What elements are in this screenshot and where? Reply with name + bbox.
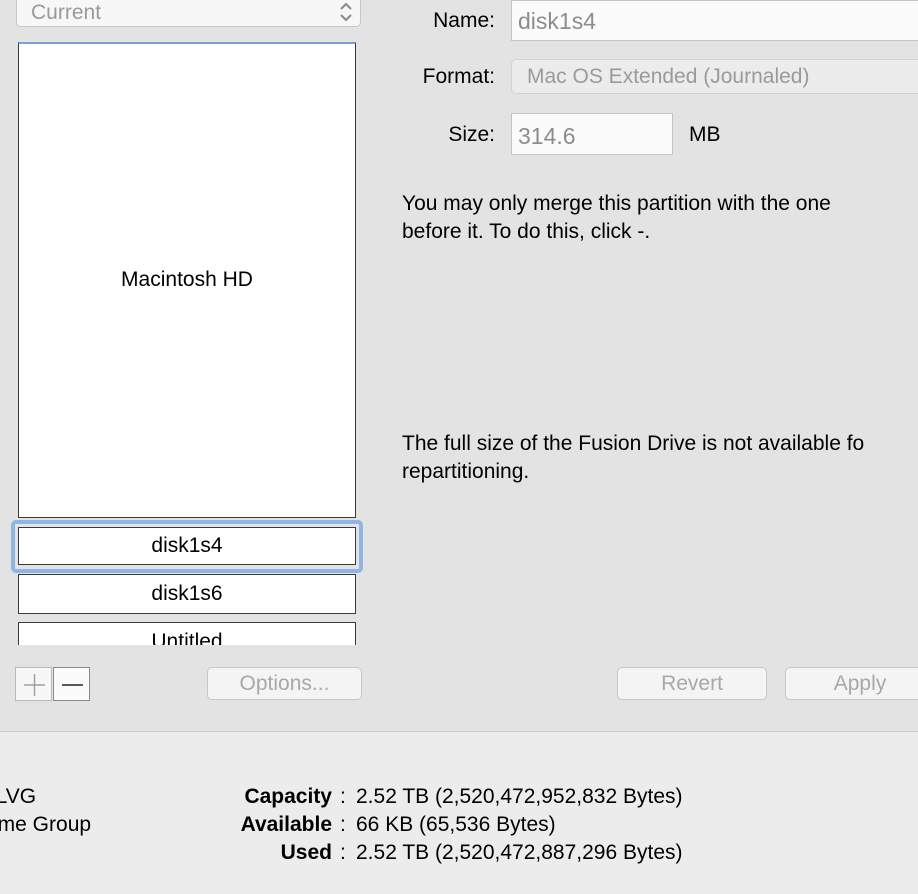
plus-icon [24,674,45,696]
info-value: 2.52 TB (2,520,472,952,832 Bytes) [356,785,683,808]
info-colon: : [340,841,346,864]
selection-ring [11,520,363,573]
name-label: Name: [433,9,495,32]
info-colon: : [340,785,346,808]
minus-icon [62,684,83,686]
format-popup[interactable]: Mac OS Extended (Journaled) [511,59,918,94]
partition-label: Macintosh HD [121,268,253,291]
info-key: Available [240,813,332,836]
info-key: Used [280,841,332,864]
chevron-updown-icon [340,2,352,22]
partition-label: Untitled [151,630,223,645]
info-value: 2.52 TB (2,520,472,887,296 Bytes) [356,841,683,864]
apply-button[interactable]: Apply [785,667,918,700]
name-field[interactable]: disk1s4 [511,0,918,41]
partition-editor: Current Macintosh HD disk1s4 disk1s6 Unt… [0,0,918,731]
options-button[interactable]: Options... [207,667,362,700]
fusion-message: The full size of the Fusion Drive is not… [402,432,865,483]
partition-layout-popup[interactable]: Current [16,0,361,27]
partition-label: disk1s6 [151,582,223,605]
info-key: Capacity [244,785,332,808]
remove-partition-button[interactable] [53,667,90,701]
size-field[interactable]: 314.6 [511,113,673,155]
revert-button[interactable]: Revert [617,667,767,700]
format-label: Format: [422,65,495,88]
partition-untitled[interactable]: Untitled [18,622,356,645]
partition-macintosh-hd[interactable]: Macintosh HD [18,42,356,518]
partition-disk1s6[interactable]: disk1s6 [18,574,356,614]
size-label: Size: [448,123,495,146]
info-value: 66 KB (65,536 Bytes) [356,813,556,836]
disk-utility-partition-pane: Current Macintosh HD disk1s4 disk1s6 Unt… [0,0,918,894]
partition-layout-value: Current [31,1,102,24]
info-colon: : [340,813,346,836]
add-partition-button[interactable] [15,667,52,701]
merge-message: You may only merge this partition with t… [402,192,831,243]
size-unit: MB [689,123,721,146]
